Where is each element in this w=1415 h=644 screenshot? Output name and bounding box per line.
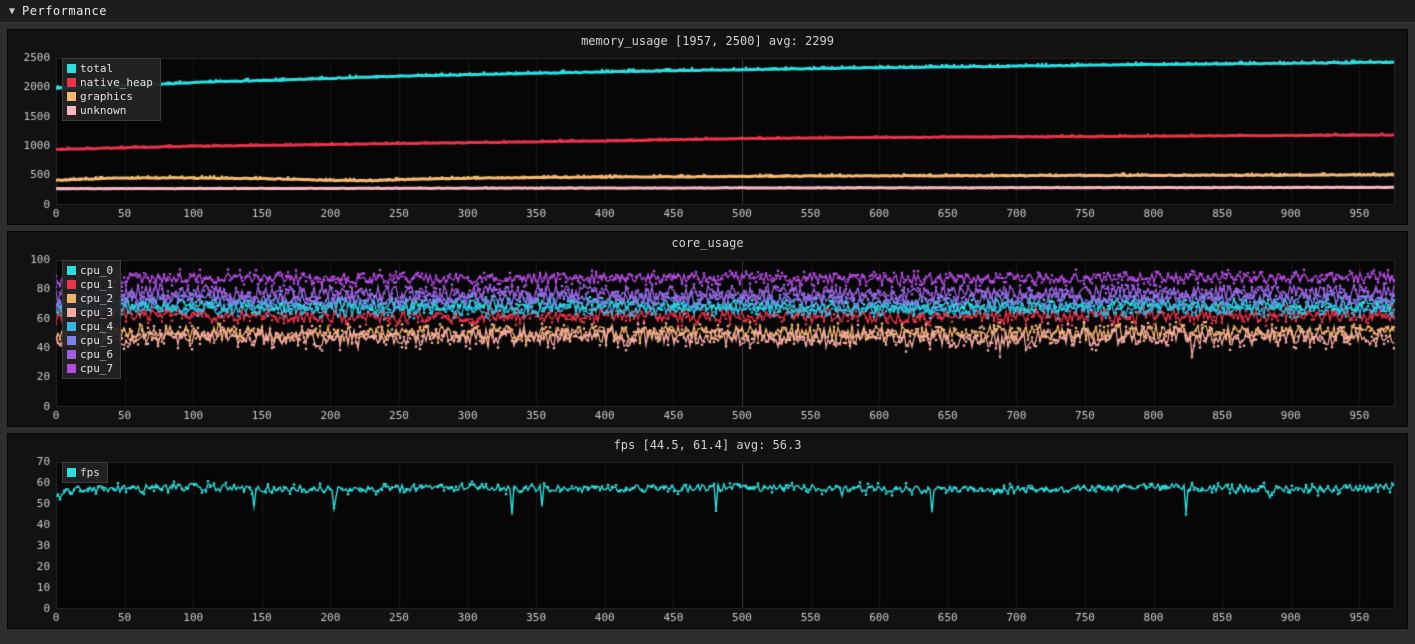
performance-window: { "header": { "collapse_icon": "▼", "tit… xyxy=(0,0,1415,644)
core-usage-chart-canvas[interactable] xyxy=(12,252,1403,425)
legend-item-cpu_7[interactable]: cpu_7 xyxy=(67,362,113,375)
legend-label: cpu_0 xyxy=(80,264,113,277)
legend-label: cpu_3 xyxy=(80,306,113,319)
legend-swatch-icon xyxy=(67,350,76,359)
legend-label: graphics xyxy=(80,90,133,103)
legend-swatch-icon xyxy=(67,308,76,317)
fps-chart-title: fps [44.5, 61.4] avg: 56.3 xyxy=(12,437,1403,454)
legend-item-unknown[interactable]: unknown xyxy=(67,104,153,117)
legend-item-cpu_5[interactable]: cpu_5 xyxy=(67,334,113,347)
legend-swatch-icon xyxy=(67,322,76,331)
memory-usage-chart-canvas[interactable] xyxy=(12,50,1403,223)
legend-item-cpu_4[interactable]: cpu_4 xyxy=(67,320,113,333)
legend-label: cpu_7 xyxy=(80,362,113,375)
legend-swatch-icon xyxy=(67,64,76,73)
legend-label: unknown xyxy=(80,104,126,117)
core-usage-chart-title: core_usage xyxy=(12,235,1403,252)
performance-header-bar: ▼ Performance xyxy=(0,0,1415,23)
legend-label: cpu_6 xyxy=(80,348,113,361)
legend-swatch-icon xyxy=(67,106,76,115)
legend-swatch-icon xyxy=(67,468,76,477)
legend-item-graphics[interactable]: graphics xyxy=(67,90,153,103)
fps-chart-panel: fps [44.5, 61.4] avg: 56.3 fps xyxy=(7,433,1408,629)
memory-usage-chart-title: memory_usage [1957, 2500] avg: 2299 xyxy=(12,33,1403,50)
legend-item-total[interactable]: total xyxy=(67,62,153,75)
memory-usage-legend: totalnative_heapgraphicsunknown xyxy=(62,58,161,121)
legend-label: fps xyxy=(80,466,100,479)
legend-label: cpu_1 xyxy=(80,278,113,291)
legend-item-cpu_6[interactable]: cpu_6 xyxy=(67,348,113,361)
legend-swatch-icon xyxy=(67,294,76,303)
memory-usage-chart-body: totalnative_heapgraphicsunknown xyxy=(12,50,1403,223)
legend-swatch-icon xyxy=(67,266,76,275)
legend-swatch-icon xyxy=(67,280,76,289)
legend-label: cpu_5 xyxy=(80,334,113,347)
collapse-triangle-icon[interactable]: ▼ xyxy=(9,6,15,17)
memory-usage-chart-panel: memory_usage [1957, 2500] avg: 2299 tota… xyxy=(7,29,1408,225)
core-usage-legend: cpu_0cpu_1cpu_2cpu_3cpu_4cpu_5cpu_6cpu_7 xyxy=(62,260,121,379)
legend-item-cpu_0[interactable]: cpu_0 xyxy=(67,264,113,277)
legend-item-native_heap[interactable]: native_heap xyxy=(67,76,153,89)
legend-swatch-icon xyxy=(67,336,76,345)
legend-item-cpu_1[interactable]: cpu_1 xyxy=(67,278,113,291)
legend-swatch-icon xyxy=(67,364,76,373)
fps-legend: fps xyxy=(62,462,108,483)
legend-swatch-icon xyxy=(67,92,76,101)
legend-item-cpu_2[interactable]: cpu_2 xyxy=(67,292,113,305)
fps-chart-body: fps xyxy=(12,454,1403,627)
legend-label: cpu_2 xyxy=(80,292,113,305)
legend-label: cpu_4 xyxy=(80,320,113,333)
fps-chart-canvas[interactable] xyxy=(12,454,1403,627)
core-usage-chart-panel: core_usage cpu_0cpu_1cpu_2cpu_3cpu_4cpu_… xyxy=(7,231,1408,427)
legend-item-fps[interactable]: fps xyxy=(67,466,100,479)
legend-label: total xyxy=(80,62,113,75)
legend-swatch-icon xyxy=(67,78,76,87)
legend-label: native_heap xyxy=(80,76,153,89)
core-usage-chart-body: cpu_0cpu_1cpu_2cpu_3cpu_4cpu_5cpu_6cpu_7 xyxy=(12,252,1403,425)
legend-item-cpu_3[interactable]: cpu_3 xyxy=(67,306,113,319)
performance-header-title: Performance xyxy=(22,4,107,18)
